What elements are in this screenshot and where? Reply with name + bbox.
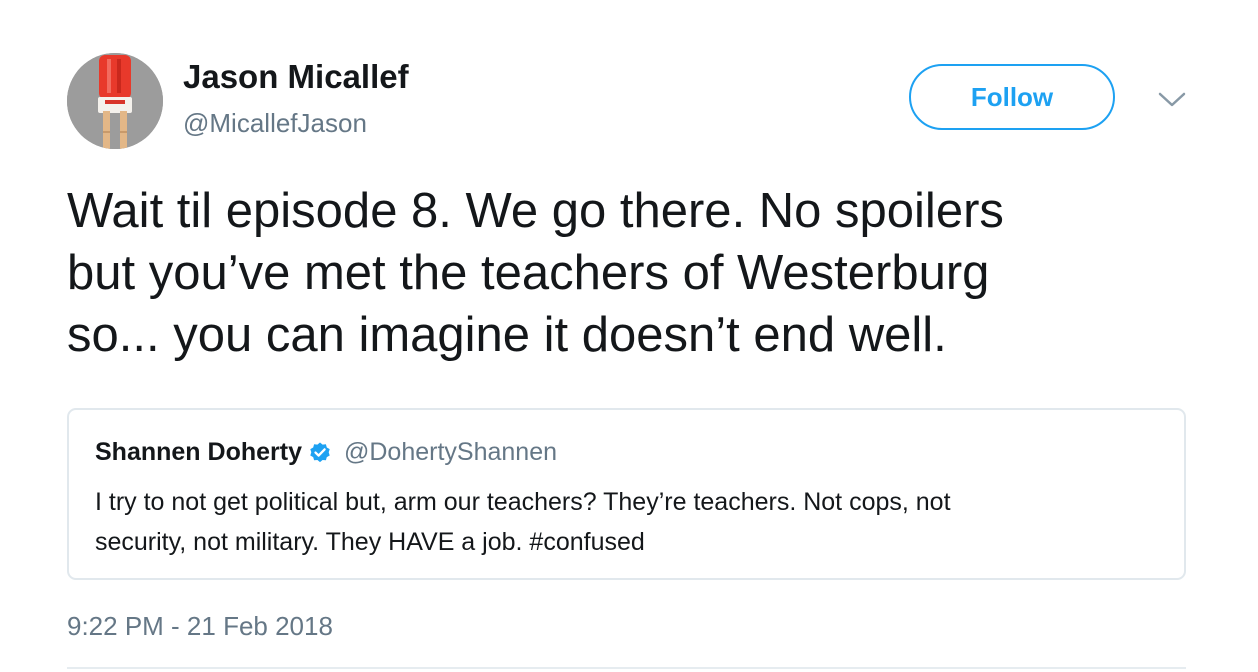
quoted-tweet-text: I try to not get political but, arm our … bbox=[95, 482, 1165, 562]
quoted-author-name: Shannen Doherty bbox=[95, 438, 302, 466]
divider bbox=[67, 667, 1186, 669]
popsicle-legs-avatar-icon bbox=[67, 53, 163, 149]
tweet-text-line: so... you can imagine it doesn’t end wel… bbox=[67, 308, 947, 362]
verified-badge-icon bbox=[308, 441, 332, 465]
author-handle[interactable]: @MicallefJason bbox=[183, 108, 367, 139]
tweet-text-line: but you’ve met the teachers of Westerbur… bbox=[67, 246, 990, 300]
chevron-down-icon bbox=[1158, 92, 1186, 107]
author-avatar[interactable] bbox=[67, 53, 163, 149]
follow-button[interactable]: Follow bbox=[909, 64, 1115, 130]
quoted-tweet-text-line: I try to not get political but, arm our … bbox=[95, 488, 951, 516]
tweet-text-line: Wait til episode 8. We go there. No spoi… bbox=[67, 184, 1004, 238]
quoted-author-handle: @DohertyShannen bbox=[343, 438, 557, 466]
quoted-tweet[interactable]: Shannen Doherty @DohertyShannen I try to… bbox=[67, 408, 1186, 580]
tweet-timestamp[interactable]: 9:22 PM - 21 Feb 2018 bbox=[67, 611, 333, 642]
quoted-tweet-header: Shannen Doherty @DohertyShannen bbox=[95, 438, 557, 467]
author-display-name[interactable]: Jason Micallef bbox=[183, 58, 409, 96]
tweet-menu-button[interactable] bbox=[1157, 89, 1187, 109]
quoted-tweet-text-line: security, not military. They HAVE a job.… bbox=[95, 528, 645, 556]
tweet-text: Wait til episode 8. We go there. No spoi… bbox=[67, 180, 1197, 366]
